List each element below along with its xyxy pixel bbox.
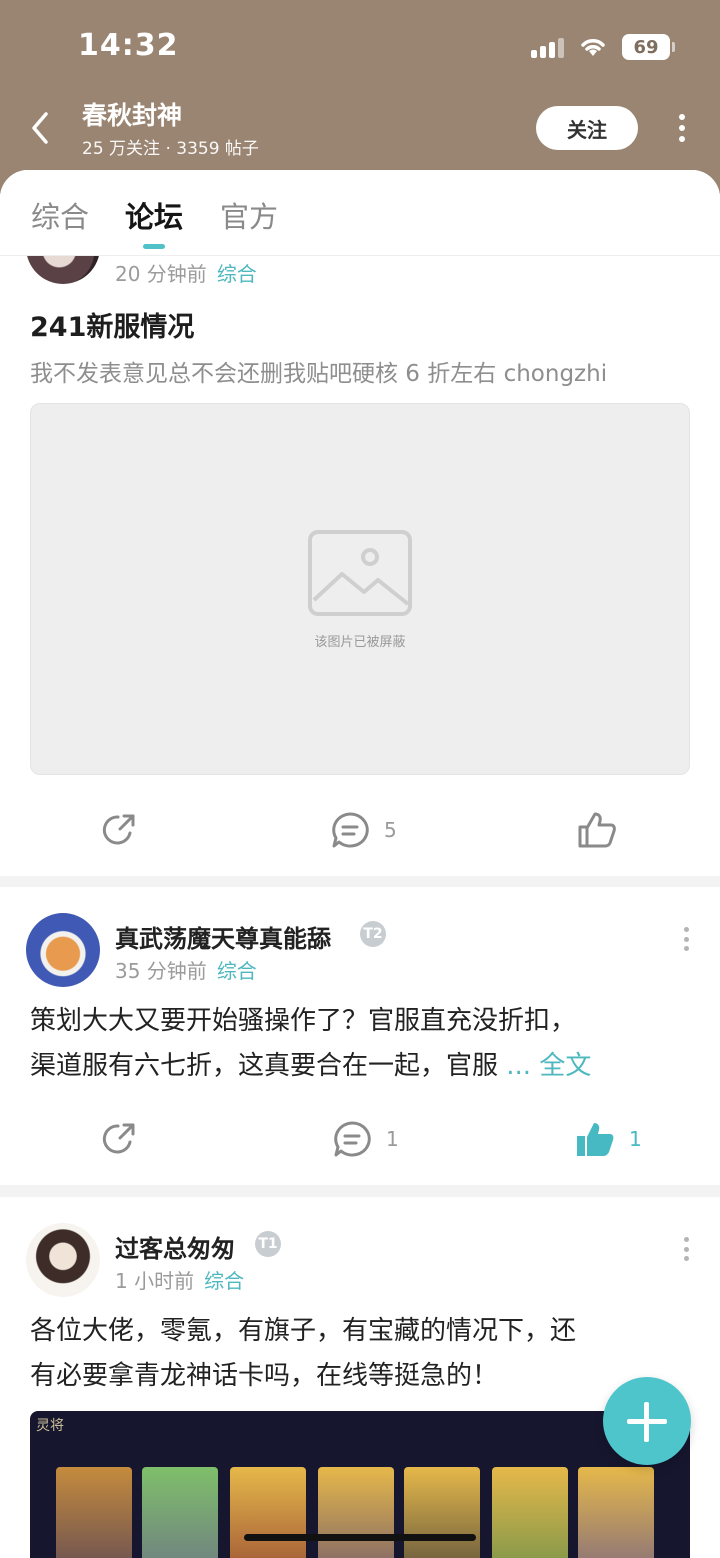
- forum-tabs: 综合 论坛 官方: [0, 170, 720, 256]
- more-options-icon[interactable]: [676, 114, 688, 142]
- status-icons: 69: [531, 34, 675, 60]
- like-button[interactable]: 1: [575, 1109, 642, 1169]
- tab-official[interactable]: 官方: [220, 194, 278, 236]
- post-card[interactable]: 20 分钟前 综合 241新服情况 我不发表意见总不会还删我贴吧硬核 6 折左右 …: [0, 170, 720, 876]
- comment-button[interactable]: 1: [332, 1109, 399, 1169]
- forum-meta: 25 万关注 · 3359 帖子: [82, 139, 259, 159]
- post-meta: 20 分钟前 综合: [115, 258, 257, 287]
- post-category[interactable]: 综合: [204, 1269, 244, 1293]
- post-summary[interactable]: 我不发表意见总不会还删我贴吧硬核 6 折左右 chongzhi: [30, 354, 607, 388]
- comment-button[interactable]: 5: [330, 800, 397, 860]
- status-time: 14:32: [78, 28, 179, 63]
- post-time: 1 小时前: [115, 1269, 195, 1293]
- wifi-icon: [581, 39, 605, 56]
- share-button[interactable]: [100, 1109, 138, 1169]
- post-category[interactable]: 综合: [217, 262, 257, 286]
- comment-icon: [332, 812, 369, 848]
- post-body-line: 有必要拿青龙神话卡吗，在线等挺急的！: [30, 1361, 499, 1391]
- post-body-line-2: 渠道服有六七折，这真要合在一起，官服 ... 全文: [30, 1044, 690, 1089]
- thumbs-up-icon: [578, 812, 616, 848]
- post-category[interactable]: 综合: [217, 959, 257, 983]
- username[interactable]: 真武荡魔天尊真能舔: [115, 919, 331, 954]
- follow-button[interactable]: 关注: [536, 106, 638, 150]
- battery-indicator: 69: [622, 34, 675, 60]
- hero-card: [56, 1467, 132, 1558]
- forum-header: 春秋封神 25 万关注 · 3359 帖子 关注: [0, 90, 720, 170]
- share-icon: [102, 1123, 135, 1154]
- comment-count: 5: [384, 818, 397, 842]
- post-more-icon[interactable]: [682, 1237, 690, 1261]
- post-title[interactable]: 241新服情况: [30, 305, 194, 344]
- hero-card: [578, 1467, 654, 1558]
- hero-card: [142, 1467, 218, 1558]
- post-body-line: 各位大佬，零氪，有旗子，有宝藏的情况下，还: [30, 1316, 577, 1346]
- thumbs-up-filled-icon: [577, 1123, 614, 1156]
- post-card[interactable]: 真武荡魔天尊真能舔 T2 35 分钟前 综合 策划大大又要开始骚操作了？官服直充没…: [0, 887, 720, 1185]
- home-indicator[interactable]: [244, 1534, 476, 1541]
- like-button[interactable]: [577, 800, 617, 860]
- hero-card: [318, 1467, 394, 1558]
- post-actions: 1 1: [0, 1109, 720, 1169]
- post-time: 20 分钟前: [115, 262, 207, 286]
- signal-icon: [531, 36, 564, 58]
- create-post-button[interactable]: [603, 1377, 691, 1465]
- post-image-label: 灵将: [36, 1418, 64, 1434]
- blocked-image-text: 该图片已被屏蔽: [314, 635, 406, 650]
- post-meta: 35 分钟前 综合: [115, 955, 257, 984]
- post-actions: 5: [0, 800, 720, 860]
- post-card[interactable]: 过客总匆匆 T1 1 小时前 综合 各位大佬，零氪，有旗子，有宝藏的情况下，还 有…: [0, 1197, 720, 1558]
- back-arrow-icon[interactable]: [26, 108, 56, 148]
- like-count: 1: [629, 1127, 642, 1151]
- forum-title: 春秋封神: [82, 101, 183, 130]
- level-badge: T1: [255, 1231, 281, 1257]
- share-button[interactable]: [100, 800, 138, 860]
- hero-card: [230, 1467, 306, 1558]
- post-body[interactable]: 策划大大又要开始骚操作了？官服直充没折扣， 渠道服有六七折，这真要合在一起，官服…: [30, 999, 690, 1089]
- post-body-text: 渠道服有六七折，这真要合在一起，官服: [30, 1051, 499, 1081]
- hero-card: [404, 1467, 480, 1558]
- content-sheet: 20 分钟前 综合 241新服情况 我不发表意见总不会还删我贴吧硬核 6 折左右 …: [0, 170, 720, 1558]
- tab-general[interactable]: 综合: [31, 194, 89, 236]
- share-icon: [102, 814, 135, 845]
- post-meta: 1 小时前 综合: [115, 1265, 244, 1294]
- level-badge: T2: [360, 921, 386, 947]
- comment-count: 1: [386, 1127, 399, 1151]
- active-tab-indicator: [143, 244, 165, 249]
- blocked-image[interactable]: 该图片已被屏蔽: [30, 403, 690, 775]
- post-more-icon[interactable]: [682, 927, 690, 951]
- post-body-line: 策划大大又要开始骚操作了？官服直充没折扣，: [30, 1006, 577, 1036]
- avatar[interactable]: [26, 1223, 100, 1297]
- status-bar: 14:32 69: [0, 0, 720, 90]
- comment-icon: [334, 1121, 371, 1157]
- hero-card: [492, 1467, 568, 1558]
- tab-forum[interactable]: 论坛: [125, 194, 183, 236]
- full-text-link[interactable]: ... 全文: [506, 1051, 591, 1081]
- blocked-image-icon: [308, 530, 412, 616]
- post-time: 35 分钟前: [115, 959, 207, 983]
- username[interactable]: 过客总匆匆: [115, 1229, 235, 1264]
- avatar[interactable]: [26, 913, 100, 987]
- post-body[interactable]: 各位大佬，零氪，有旗子，有宝藏的情况下，还 有必要拿青龙神话卡吗，在线等挺急的！: [30, 1309, 690, 1399]
